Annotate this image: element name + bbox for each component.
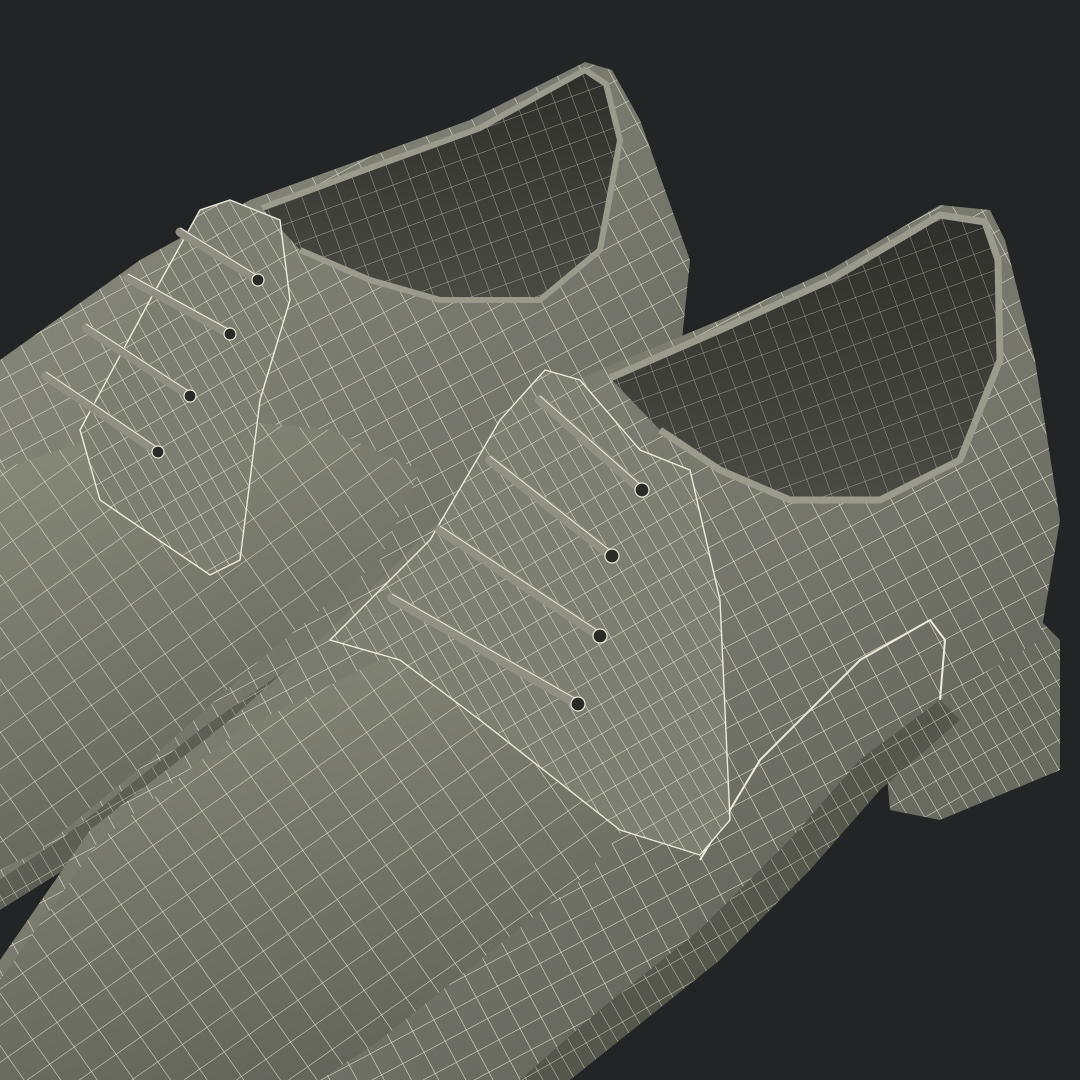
right-eyelet-4: [570, 696, 586, 712]
left-eyelet-2: [223, 327, 237, 341]
shoe-wireframe-render: [0, 0, 1080, 1080]
left-eyelet-4: [151, 445, 165, 459]
left-eyelet-3: [183, 389, 197, 403]
right-eyelet-1: [634, 482, 650, 498]
right-eyelet-3: [592, 628, 608, 644]
left-eyelet-1: [251, 273, 265, 287]
right-eyelet-2: [604, 548, 620, 564]
